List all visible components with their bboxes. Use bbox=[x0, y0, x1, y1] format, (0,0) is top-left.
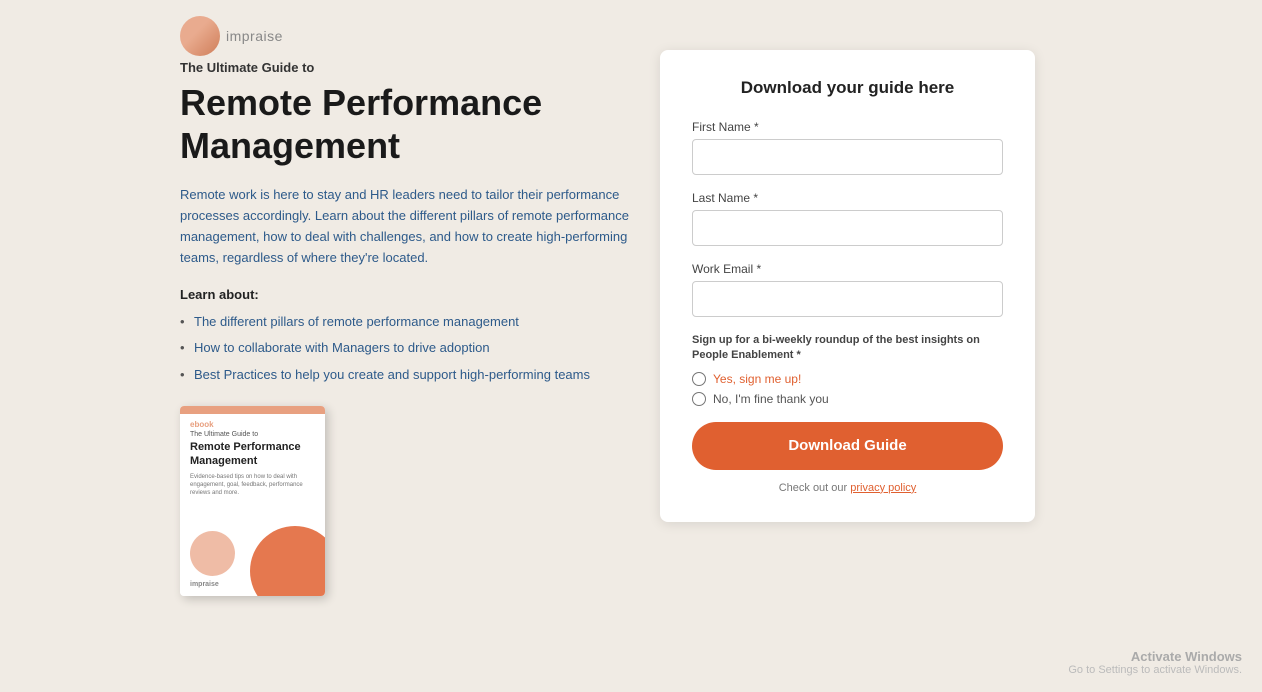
book-title-small: The Ultimate Guide to bbox=[180, 431, 325, 440]
windows-subtitle: Go to Settings to activate Windows. bbox=[1068, 664, 1242, 676]
book-circle-small bbox=[190, 531, 235, 576]
logo-text: impraise bbox=[226, 28, 283, 44]
list-item: Best Practices to help you create and su… bbox=[180, 365, 640, 386]
work-email-input[interactable] bbox=[692, 281, 1003, 317]
logo-area: impraise bbox=[180, 16, 283, 56]
page-description: Remote work is here to stay and HR leade… bbox=[180, 185, 640, 268]
form-title: Download your guide here bbox=[692, 78, 1003, 98]
privacy-prefix: Check out our bbox=[779, 482, 851, 494]
radio-no-option: No, I'm fine thank you bbox=[692, 392, 1003, 406]
book-cover-inner: ebook The Ultimate Guide to Remote Perfo… bbox=[180, 406, 325, 596]
page-title: Remote Performance Management bbox=[180, 81, 640, 167]
main-content: The Ultimate Guide to Remote Performance… bbox=[180, 60, 640, 596]
logo-icon bbox=[180, 16, 220, 56]
book-circle-large bbox=[250, 526, 325, 596]
last-name-input[interactable] bbox=[692, 210, 1003, 246]
page-subtitle: The Ultimate Guide to bbox=[180, 60, 640, 75]
radio-yes-option: Yes, sign me up! bbox=[692, 372, 1003, 386]
book-top-bar bbox=[180, 406, 325, 414]
signup-section: Sign up for a bi-weekly roundup of the b… bbox=[692, 333, 1003, 406]
last-name-group: Last Name * bbox=[692, 191, 1003, 246]
last-name-label: Last Name * bbox=[692, 191, 1003, 205]
radio-yes-input[interactable] bbox=[692, 372, 706, 386]
form-card: Download your guide here First Name * La… bbox=[660, 50, 1035, 522]
signup-label: Sign up for a bi-weekly roundup of the b… bbox=[692, 333, 1003, 364]
windows-title: Activate Windows bbox=[1068, 649, 1242, 664]
radio-yes-label: Yes, sign me up! bbox=[713, 372, 801, 386]
privacy-policy-link[interactable]: privacy policy bbox=[850, 482, 916, 494]
privacy-text: Check out our privacy policy bbox=[692, 482, 1003, 494]
book-logo: impraise bbox=[190, 581, 219, 588]
radio-no-label: No, I'm fine thank you bbox=[713, 392, 829, 406]
book-subtitle-text: Evidence-based tips on how to deal with … bbox=[180, 469, 325, 502]
first-name-group: First Name * bbox=[692, 120, 1003, 175]
radio-no-input[interactable] bbox=[692, 392, 706, 406]
list-item: How to collaborate with Managers to driv… bbox=[180, 338, 640, 359]
book-cover: ebook The Ultimate Guide to Remote Perfo… bbox=[180, 406, 325, 596]
first-name-input[interactable] bbox=[692, 139, 1003, 175]
book-title-main: Remote Performance Management bbox=[180, 440, 325, 469]
work-email-label: Work Email * bbox=[692, 262, 1003, 276]
bullet-list: The different pillars of remote performa… bbox=[180, 312, 640, 386]
book-ebook-label: ebook bbox=[180, 414, 325, 431]
learn-about-label: Learn about: bbox=[180, 287, 640, 302]
list-item: The different pillars of remote performa… bbox=[180, 312, 640, 333]
first-name-label: First Name * bbox=[692, 120, 1003, 134]
work-email-group: Work Email * bbox=[692, 262, 1003, 317]
download-guide-button[interactable]: Download Guide bbox=[692, 422, 1003, 470]
windows-notice: Activate Windows Go to Settings to activ… bbox=[1068, 649, 1242, 676]
